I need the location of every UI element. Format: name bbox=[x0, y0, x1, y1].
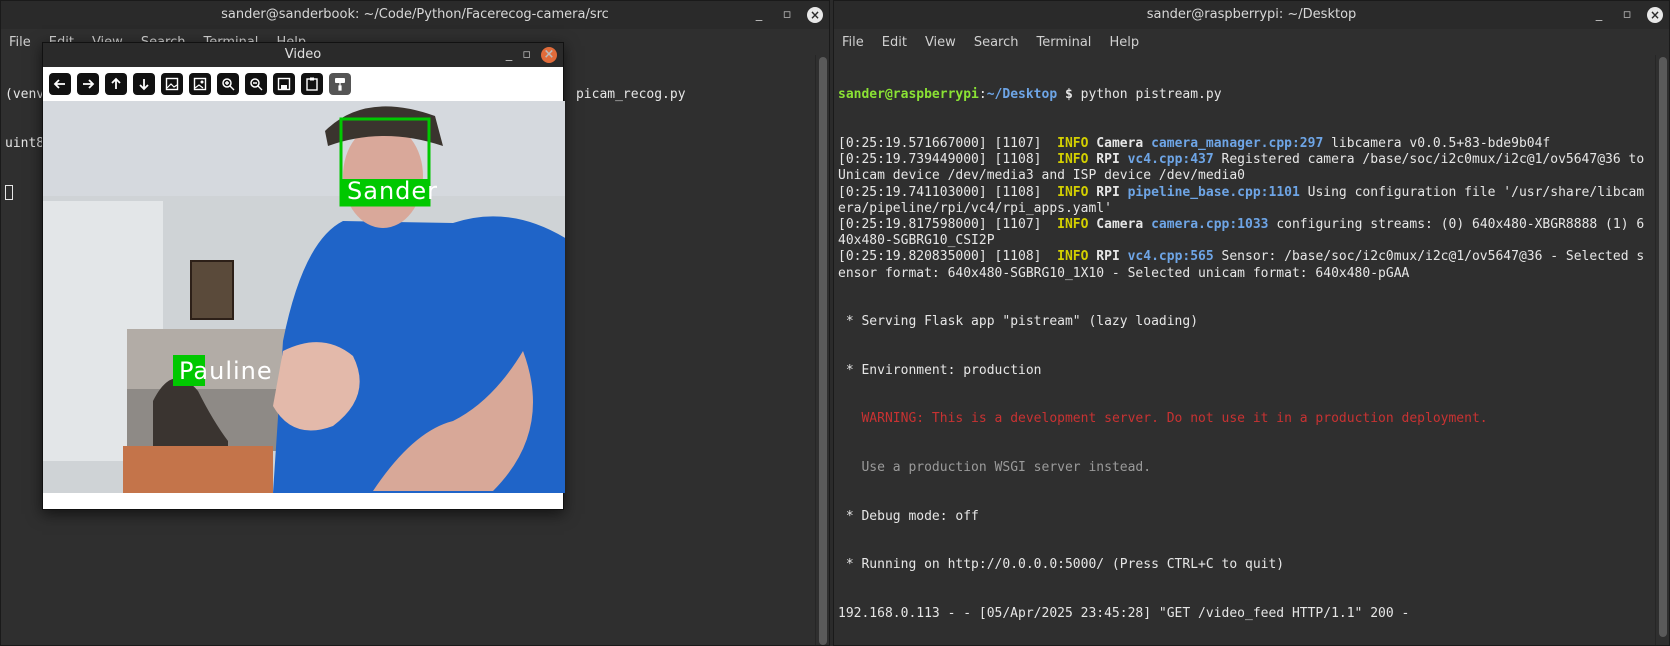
arrow-left-icon[interactable] bbox=[49, 73, 71, 95]
log-category: Camera bbox=[1096, 217, 1144, 233]
menu-help[interactable]: Help bbox=[1109, 35, 1139, 50]
image-settings-icon[interactable] bbox=[189, 73, 211, 95]
log-line: [0:25:19.820835000] [1108] INFO RPI vc4.… bbox=[838, 249, 1651, 281]
face-label-pauline: Pauline bbox=[179, 357, 273, 385]
maximize-icon[interactable]: ▫ bbox=[1619, 1, 1635, 29]
log-category: RPI bbox=[1096, 249, 1120, 265]
script-name: picam_recog.py bbox=[575, 87, 686, 103]
minimize-icon[interactable]: _ bbox=[1591, 1, 1607, 29]
log-timestamp: [0:25:19.741103000] [1108] bbox=[838, 184, 1042, 200]
menu-terminal[interactable]: Terminal bbox=[1036, 35, 1091, 50]
flask-wsgi-note: Use a production WSGI server instead. bbox=[838, 460, 1152, 476]
log-source: vc4.cpp:565 bbox=[1127, 249, 1214, 265]
right-terminal-menubar: File Edit View Search Terminal Help bbox=[834, 29, 1669, 55]
left-terminal-title: sander@sanderbook: ~/Code/Python/Facerec… bbox=[221, 7, 609, 22]
log-level: INFO bbox=[1057, 136, 1089, 152]
menu-view[interactable]: View bbox=[925, 35, 956, 50]
right-terminal-scrollbar[interactable] bbox=[1655, 55, 1669, 645]
zoom-out-icon[interactable] bbox=[245, 73, 267, 95]
menu-edit[interactable]: Edit bbox=[882, 35, 907, 50]
close-icon[interactable]: × bbox=[807, 7, 823, 23]
camera-feed: Sander Pauline bbox=[43, 101, 565, 493]
arrow-down-icon[interactable] bbox=[133, 73, 155, 95]
right-terminal-title: sander@raspberrypi: ~/Desktop bbox=[1146, 7, 1357, 22]
flask-serving: * Serving Flask app "pistream" (lazy loa… bbox=[838, 314, 1199, 330]
log-level: INFO bbox=[1057, 217, 1089, 233]
close-icon[interactable]: × bbox=[1647, 7, 1663, 23]
request-log: 192.168.0.113 - - [05/Apr/2025 23:45:28]… bbox=[838, 605, 1410, 621]
face-label-sander: Sander bbox=[347, 177, 439, 205]
paint-roller-icon[interactable] bbox=[329, 73, 351, 95]
arrow-up-icon[interactable] bbox=[105, 73, 127, 95]
right-terminal-titlebar[interactable]: sander@raspberrypi: ~/Desktop _ ▫ × bbox=[834, 1, 1669, 29]
right-terminal-output[interactable]: sander@raspberrypi:~/Desktop $ python pi… bbox=[834, 55, 1655, 645]
video-toolbar bbox=[43, 67, 563, 101]
minimize-icon[interactable]: _ bbox=[506, 43, 513, 67]
log-line: [0:25:19.817598000] [1107] INFO Camera c… bbox=[838, 217, 1651, 249]
arrow-right-icon[interactable] bbox=[77, 73, 99, 95]
maximize-icon[interactable]: ▫ bbox=[779, 1, 795, 29]
log-message: libcamera v0.0.5+83-bde9b04f bbox=[1331, 136, 1551, 152]
log-source: camera.cpp:1033 bbox=[1151, 217, 1269, 233]
log-lines: [0:25:19.571667000] [1107] INFO Camera c… bbox=[838, 136, 1651, 282]
camera-frame-illustration bbox=[43, 101, 565, 493]
wall-picture-1 bbox=[190, 260, 234, 320]
log-timestamp: [0:25:19.571667000] [1107] bbox=[838, 136, 1042, 152]
clipboard-icon[interactable] bbox=[301, 73, 323, 95]
log-category: RPI bbox=[1096, 152, 1120, 168]
flask-running: * Running on http://0.0.0.0:5000/ (Press… bbox=[838, 557, 1285, 573]
left-terminal-scrollbar[interactable] bbox=[815, 55, 829, 645]
log-category: Camera bbox=[1096, 136, 1144, 152]
log-source: camera_manager.cpp:297 bbox=[1151, 136, 1324, 152]
left-terminal-titlebar[interactable]: sander@sanderbook: ~/Code/Python/Facerec… bbox=[1, 1, 829, 29]
close-icon[interactable]: × bbox=[541, 47, 557, 63]
menu-file[interactable]: File bbox=[842, 35, 864, 50]
log-source: vc4.cpp:437 bbox=[1127, 152, 1214, 168]
right-terminal-window[interactable]: sander@raspberrypi: ~/Desktop _ ▫ × File… bbox=[833, 0, 1670, 646]
zoom-in-icon[interactable] bbox=[217, 73, 239, 95]
log-timestamp: [0:25:19.739449000] [1108] bbox=[838, 152, 1042, 168]
output-text: uint8 bbox=[5, 136, 45, 152]
video-window[interactable]: Video _ ▫ × Sander Pauline bbox=[42, 42, 565, 510]
log-line: [0:25:19.571667000] [1107] INFO Camera c… bbox=[838, 136, 1651, 152]
log-line: [0:25:19.739449000] [1108] INFO RPI vc4.… bbox=[838, 152, 1651, 184]
log-category: RPI bbox=[1096, 184, 1120, 200]
flask-warning: WARNING: This is a development server. D… bbox=[838, 411, 1488, 427]
video-titlebar[interactable]: Video _ ▫ × bbox=[43, 43, 563, 67]
image-icon[interactable] bbox=[161, 73, 183, 95]
log-timestamp: [0:25:19.817598000] [1107] bbox=[838, 217, 1042, 233]
menu-file[interactable]: File bbox=[9, 35, 31, 50]
flask-debug: * Debug mode: off bbox=[838, 508, 979, 524]
maximize-icon[interactable]: ▫ bbox=[522, 43, 531, 67]
flask-environment: * Environment: production bbox=[838, 362, 1042, 378]
log-timestamp: [0:25:19.820835000] [1108] bbox=[838, 249, 1042, 265]
terminal-cursor bbox=[5, 184, 13, 200]
log-level: INFO bbox=[1057, 249, 1089, 265]
video-title: Video bbox=[284, 47, 322, 62]
prompt-line: sander@raspberrypi:~/Desktop $ python pi… bbox=[838, 87, 1222, 103]
log-level: INFO bbox=[1057, 184, 1089, 200]
menu-search[interactable]: Search bbox=[974, 35, 1019, 50]
minimize-icon[interactable]: _ bbox=[751, 1, 767, 29]
save-icon[interactable] bbox=[273, 73, 295, 95]
log-line: [0:25:19.741103000] [1108] INFO RPI pipe… bbox=[838, 185, 1651, 217]
log-level: INFO bbox=[1057, 152, 1089, 168]
log-source: pipeline_base.cpp:1101 bbox=[1127, 184, 1300, 200]
